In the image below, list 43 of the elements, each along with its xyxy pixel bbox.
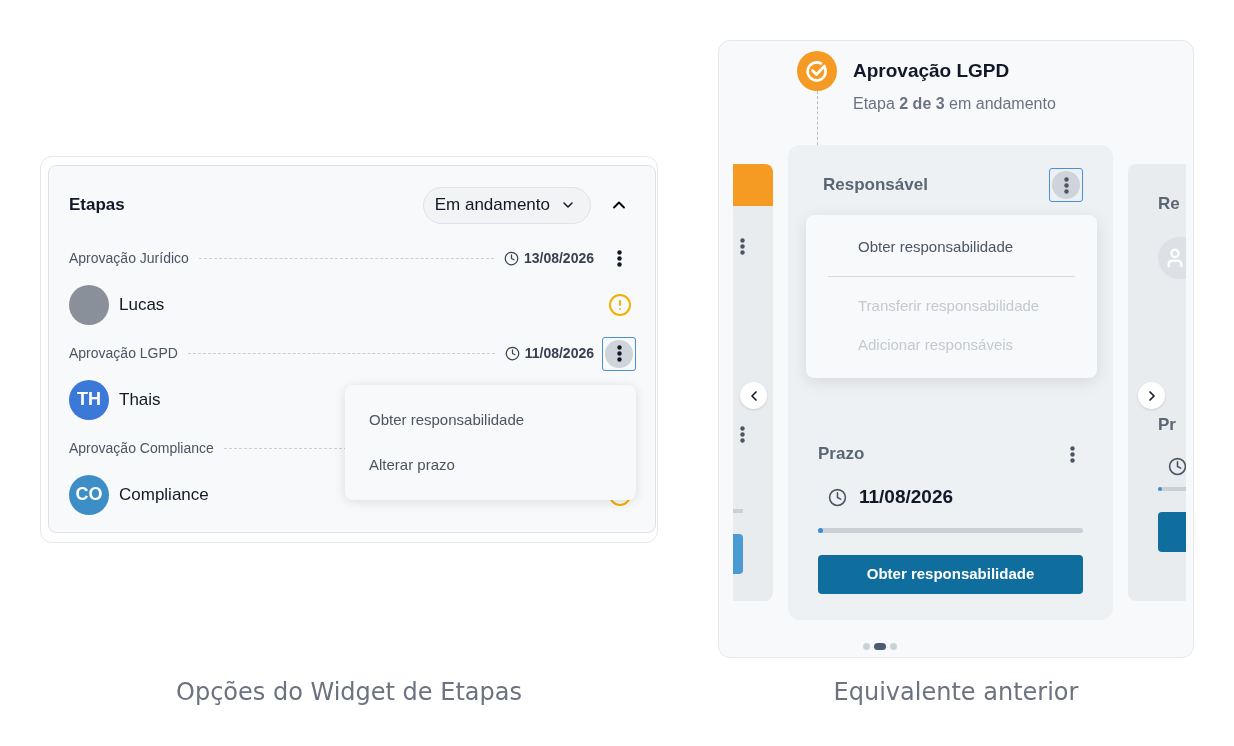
more-icon	[1063, 176, 1069, 194]
clock-icon	[503, 251, 519, 266]
take-responsibility-button[interactable]: Obter responsabilidade	[818, 555, 1083, 594]
menu-item[interactable]: Alterar prazo	[369, 453, 612, 476]
more-icon	[616, 250, 622, 267]
clock-icon	[504, 346, 520, 361]
card-header-band	[733, 164, 773, 206]
caption: Equivalente anterior	[833, 677, 1079, 708]
button-fragment	[1158, 512, 1186, 552]
widget-title: Etapas	[69, 194, 126, 217]
status-dropdown[interactable]: Em andamento	[422, 186, 591, 224]
step-name: Aprovação Jurídico	[69, 249, 189, 268]
deadline-label: Prazo	[818, 443, 866, 466]
deadline-date: 11/08/2026	[859, 484, 954, 509]
more-icon	[740, 426, 745, 443]
avatar-photo-placeholder	[69, 284, 109, 325]
user-icon	[1164, 246, 1186, 269]
step-name: Aprovação LGPD	[69, 344, 178, 363]
assignee-name: Thais	[119, 388, 162, 411]
more-options-button[interactable]	[602, 336, 636, 371]
responsible-label: Re	[1158, 193, 1181, 215]
deadline-label: Pr	[1158, 413, 1177, 436]
more-options-button[interactable]	[1049, 168, 1083, 202]
responsible-label: Responsável	[823, 174, 929, 197]
menu-item[interactable]: Obter responsabilidade	[828, 236, 1075, 258]
avatar: TH	[69, 379, 109, 420]
button-fragment	[733, 534, 743, 574]
step-title: Aprovação LGPD	[853, 59, 1011, 83]
clock-icon	[1168, 457, 1186, 476]
step-date: 11/08/2026	[524, 344, 594, 363]
more-icon	[740, 238, 745, 255]
step-date: 13/08/2026	[523, 249, 594, 268]
check-circle-icon	[797, 51, 837, 91]
assignee-name: Lucas	[119, 293, 166, 316]
caption: Opções do Widget de Etapas	[176, 677, 522, 708]
more-icon	[616, 345, 622, 362]
clock-icon	[828, 487, 847, 507]
assignee-name: Compliance	[119, 483, 210, 506]
menu-item[interactable]: Obter responsabilidade	[369, 408, 612, 431]
step-subtitle: Etapa 2 de 3 em andamento	[853, 93, 1056, 114]
avatar: CO	[69, 474, 109, 515]
more-icon	[1070, 445, 1075, 463]
step-name: Aprovação Compliance	[69, 439, 214, 458]
